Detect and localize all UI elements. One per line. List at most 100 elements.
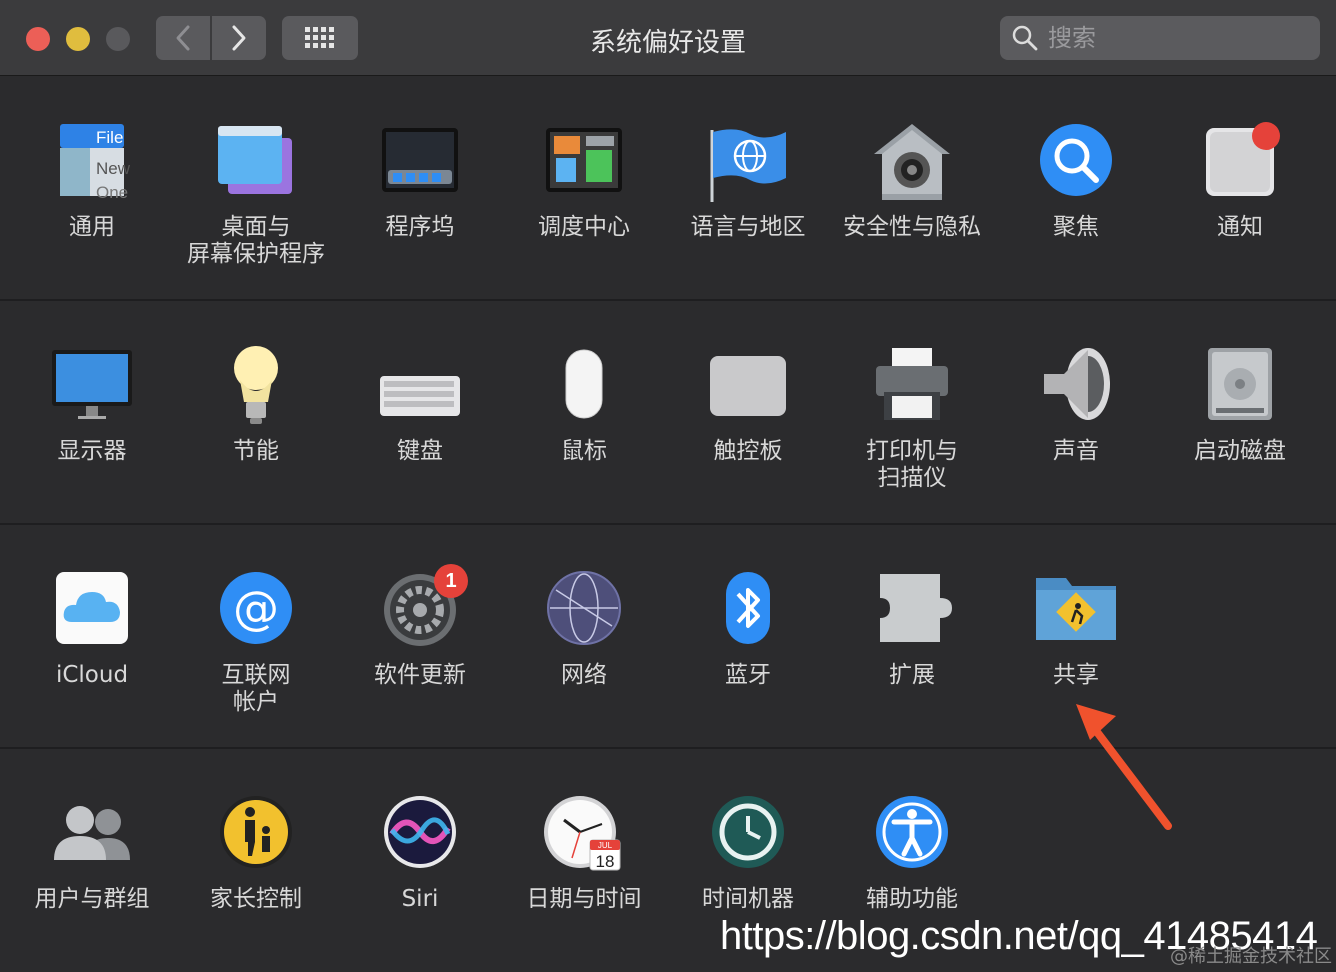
pref-label: 程序坞 [385,214,455,240]
startup-disk-icon [1198,346,1282,430]
update-count-badge: 1 [434,564,468,598]
search-field[interactable] [1000,16,1320,60]
software-update-icon: 1 [378,564,468,654]
icloud-icon [50,570,134,654]
calendar-month-text: JUL [598,841,613,850]
general-icon-file-text: File [96,128,123,147]
pref-date-time[interactable]: JUL 18 日期与时间 [502,794,666,913]
pref-desktop-screensaver[interactable]: 桌面与 屏幕保护程序 [174,122,338,268]
pref-parental-controls[interactable]: 家长控制 [174,794,338,913]
pref-label: 通知 [1217,214,1263,240]
pref-label: 语言与地区 [690,214,806,240]
pref-label: 通用 [69,214,115,240]
pref-label: 打印机与 扫描仪 [866,438,958,491]
security-privacy-icon [870,122,954,206]
pref-sound[interactable]: 声音 [994,346,1158,465]
spotlight-icon [1034,122,1118,206]
pref-siri[interactable]: Siri [338,794,502,913]
pref-notifications[interactable]: 通知 [1158,122,1322,241]
grid-icon [305,27,334,48]
time-machine-icon [706,794,790,878]
calendar-day-text: 18 [596,852,615,871]
date-time-icon: JUL 18 [542,794,626,878]
pref-extensions[interactable]: 扩展 [830,570,994,689]
pref-label: 声音 [1053,438,1099,464]
pref-label: 节能 [233,438,279,464]
close-window-button[interactable] [26,27,50,51]
minimize-window-button[interactable] [66,27,90,51]
pref-software-update[interactable]: 1 软件更新 [338,564,502,689]
pref-label: Siri [401,886,439,912]
search-input[interactable] [1046,23,1310,53]
mission-control-icon [542,122,626,206]
pref-label: 扩展 [889,662,935,688]
pref-internet-accounts[interactable]: @ 互联网 帐户 [174,570,338,716]
chevron-right-icon [232,25,246,51]
pref-label: 网络 [561,662,607,688]
sharing-icon [1034,570,1118,654]
bluetooth-icon [706,570,790,654]
title-bar: 系统偏好设置 [0,0,1336,76]
zoom-window-button[interactable] [106,27,130,51]
pref-label: 调度中心 [538,214,630,240]
pref-label: 用户与群组 [34,886,150,912]
pref-security-privacy[interactable]: 安全性与隐私 [830,122,994,241]
section-divider [0,523,1336,525]
pref-label: 共享 [1053,662,1099,688]
pref-spotlight[interactable]: 聚焦 [994,122,1158,241]
pref-mission-control[interactable]: 调度中心 [502,122,666,241]
notifications-icon [1198,122,1282,206]
pref-label: 互联网 帐户 [221,662,291,715]
pref-startup-disk[interactable]: 启动磁盘 [1158,346,1322,465]
energy-saver-icon [214,346,298,430]
pref-network[interactable]: 网络 [502,570,666,689]
forward-button[interactable] [212,16,266,60]
accessibility-icon [870,794,954,878]
keyboard-icon [378,346,462,430]
pref-label: 时间机器 [702,886,794,912]
general-icon: File New One [50,122,134,206]
pref-label: 安全性与隐私 [843,214,981,240]
sound-icon [1034,346,1118,430]
pref-label: 启动磁盘 [1194,438,1286,464]
parental-controls-icon [214,794,298,878]
pref-icloud[interactable]: iCloud [10,570,174,689]
show-all-button[interactable] [282,16,358,60]
pref-energy-saver[interactable]: 节能 [174,346,338,465]
pref-label: 键盘 [397,438,443,464]
pref-language-region[interactable]: 语言与地区 [666,122,830,241]
displays-icon [50,346,134,430]
pref-label: 触控板 [713,438,783,464]
back-button[interactable] [156,16,210,60]
general-icon-new-text: New [96,159,131,178]
users-groups-icon [50,794,134,878]
pref-label: 鼠标 [561,438,607,464]
network-icon [542,570,626,654]
pref-accessibility[interactable]: 辅助功能 [830,794,994,913]
pref-general[interactable]: File New One 通用 [10,122,174,241]
section-divider [0,299,1336,301]
pref-bluetooth[interactable]: 蓝牙 [666,570,830,689]
pref-users-groups[interactable]: 用户与群组 [10,794,174,913]
printers-scanners-icon [870,346,954,430]
pref-time-machine[interactable]: 时间机器 [666,794,830,913]
extensions-icon [870,570,954,654]
pref-label: 家长控制 [210,886,302,912]
pref-printers-scanners[interactable]: 打印机与 扫描仪 [830,346,994,492]
pref-label: 日期与时间 [526,886,642,912]
pref-keyboard[interactable]: 键盘 [338,346,502,465]
annotation-arrow-icon [1076,704,1172,830]
svg-text:@: @ [233,581,279,635]
pref-label: 蓝牙 [725,662,771,688]
pref-sharing[interactable]: 共享 [994,570,1158,689]
pref-mouse[interactable]: 鼠标 [502,346,666,465]
pref-dock[interactable]: 程序坞 [338,122,502,241]
language-region-icon [706,122,790,206]
pref-label: 辅助功能 [866,886,958,912]
pref-displays[interactable]: 显示器 [10,346,174,465]
mouse-icon [542,346,626,430]
pref-trackpad[interactable]: 触控板 [666,346,830,465]
search-icon [1012,25,1038,51]
pref-label: 聚焦 [1053,214,1099,240]
pref-label: 桌面与 屏幕保护程序 [187,214,325,267]
